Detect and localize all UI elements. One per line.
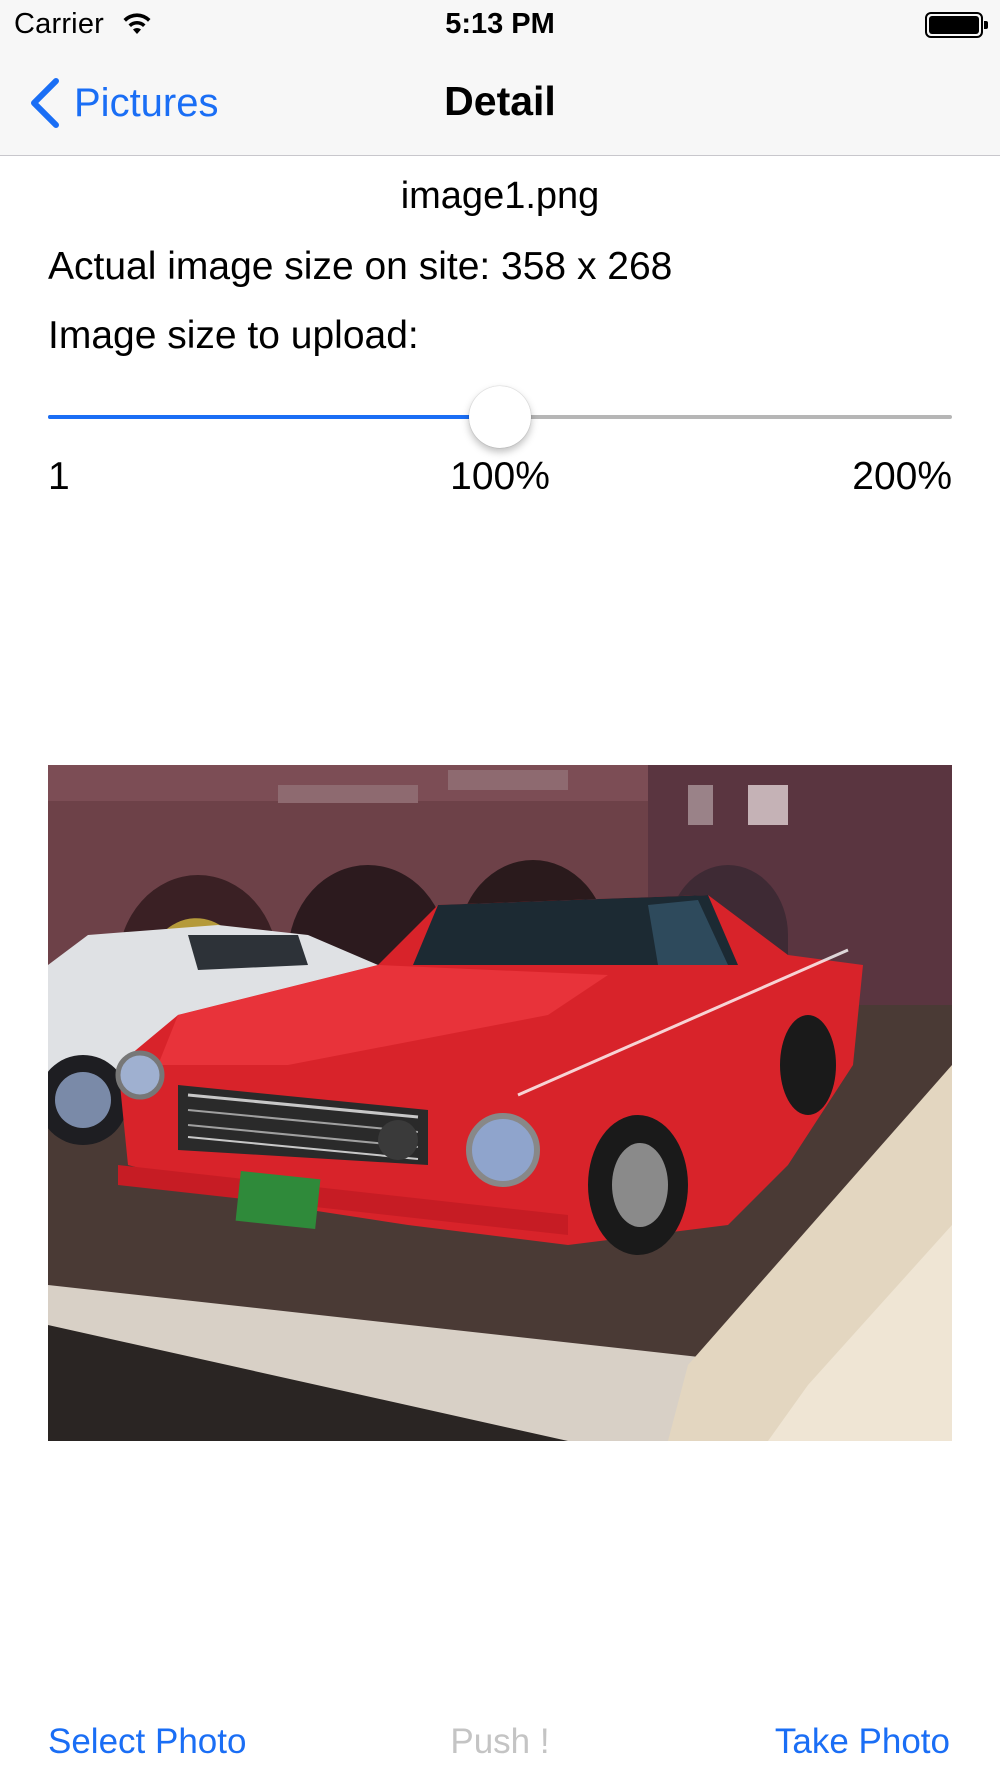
red-car-photo: [48, 765, 952, 1441]
upload-size-label: Image size to upload:: [48, 314, 419, 357]
push-button[interactable]: Push !: [450, 1722, 549, 1761]
take-photo-button[interactable]: Take Photo: [775, 1722, 950, 1762]
navigation-bar: Pictures Detail: [0, 48, 1000, 156]
slider-value-label: 100%: [450, 455, 550, 498]
battery-icon: [925, 12, 988, 38]
actual-size-text: Actual image size on site: 358 x 268: [48, 245, 673, 288]
page-title: Detail: [444, 78, 556, 124]
upload-size-slider[interactable]: [48, 386, 952, 448]
status-bar: Carrier 5:13 PM: [0, 0, 1000, 48]
image-filename: image1.png: [400, 175, 600, 217]
clock-time: 5:13 PM: [445, 8, 555, 40]
slider-thumb[interactable]: [469, 386, 531, 448]
select-photo-button[interactable]: Select Photo: [48, 1722, 246, 1762]
slider-fill: [48, 415, 500, 419]
slider-max-label: 200%: [852, 455, 952, 498]
